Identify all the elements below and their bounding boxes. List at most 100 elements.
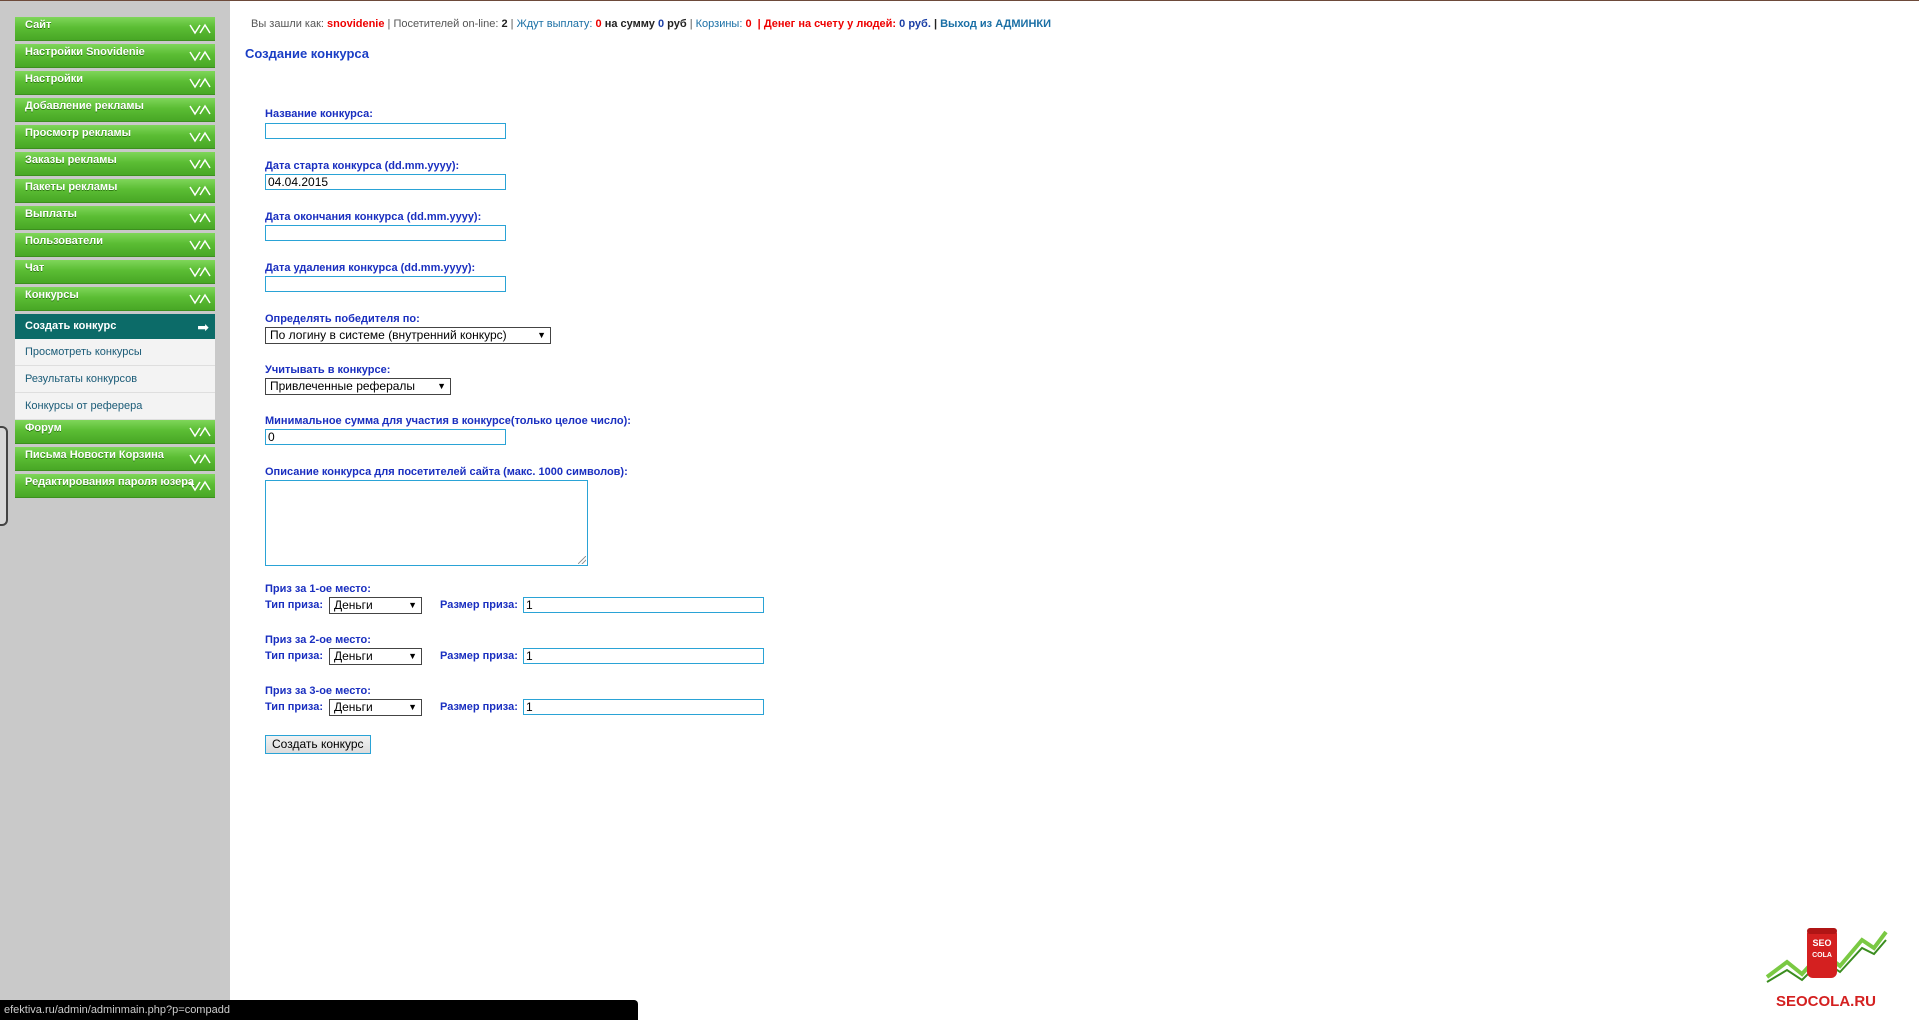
separator: | bbox=[510, 18, 514, 30]
chevron-toggle-icon bbox=[189, 239, 211, 251]
sidebar-menu-item[interactable]: Выплаты bbox=[15, 206, 215, 230]
contest-name-label: Название конкурса: bbox=[265, 108, 373, 120]
prize-title: Приз за 3-ое место: bbox=[265, 685, 371, 697]
sidebar-menu-item[interactable]: Пакеты рекламы bbox=[15, 179, 215, 203]
start-date-label: Дата старта конкурса (dd.mm.yyyy): bbox=[265, 160, 460, 172]
sidebar-menu-item[interactable]: Письма Новости Корзина bbox=[15, 447, 215, 471]
sidebar-menu-item[interactable]: Конкурсы bbox=[15, 287, 215, 311]
money-label: Денег на счету у людей: bbox=[763, 18, 897, 30]
sidebar-menu-item[interactable]: Просмотр рекламы bbox=[15, 125, 215, 149]
sidebar-menu-item[interactable]: Чат bbox=[15, 260, 215, 284]
sidebar-subitem-label: Создать конкурс bbox=[25, 320, 117, 332]
chevron-toggle-icon bbox=[189, 50, 211, 62]
prize-type-select[interactable]: Деньги ▼ bbox=[329, 699, 422, 716]
chevron-toggle-icon bbox=[189, 185, 211, 197]
prize-size-label: Размер приза: bbox=[440, 599, 518, 611]
sidebar-menu-label: Конкурсы bbox=[25, 289, 79, 301]
sidebar-menu-item[interactable]: Форум bbox=[15, 420, 215, 444]
chevron-toggle-icon bbox=[189, 453, 211, 465]
sidebar-menu-label: Сайт bbox=[25, 19, 52, 31]
create-contest-button[interactable]: Создать конкурс bbox=[265, 735, 371, 754]
contest-name-input[interactable] bbox=[265, 123, 506, 139]
sidebar-subitem[interactable]: Просмотреть конкурсы bbox=[15, 339, 215, 366]
prize-type-select[interactable]: Деньги ▼ bbox=[329, 648, 422, 665]
sidebar-menu-label: Пользователи bbox=[25, 235, 104, 247]
money-currency: руб. bbox=[908, 18, 931, 30]
prize-size-input[interactable]: 1 bbox=[523, 699, 764, 715]
carts-count: 0 bbox=[745, 18, 752, 30]
exit-admin-link[interactable]: Выход из АДМИНКИ bbox=[940, 18, 1051, 30]
logged-as-label: Вы зашли как: bbox=[251, 18, 324, 30]
sidebar-menu-item[interactable]: Настройки bbox=[15, 71, 215, 95]
username: snovidenie bbox=[327, 18, 385, 30]
prize-title: Приз за 1-ое место: bbox=[265, 583, 371, 595]
start-date-input[interactable]: 04.04.2015 bbox=[265, 174, 506, 190]
sidebar-menu-item[interactable]: Пользователи bbox=[15, 233, 215, 257]
sidebar-menu-item[interactable]: Добавление рекламы bbox=[15, 98, 215, 122]
await-payout-link[interactable]: Ждут выплату: bbox=[517, 18, 593, 30]
sidebar-menu-label: Чат bbox=[25, 262, 45, 274]
sidebar-subitem[interactable]: Конкурсы от реферера bbox=[15, 393, 215, 420]
winner-criteria-label: Определять победителя по: bbox=[265, 313, 420, 325]
currency: руб bbox=[667, 18, 687, 30]
sidebar-menu-label: Заказы рекламы bbox=[25, 154, 117, 166]
dropdown-arrow-icon: ▼ bbox=[537, 330, 546, 340]
sidebar-menu-label: Настройки Snovidenie bbox=[25, 46, 145, 58]
carts-link[interactable]: Корзины: bbox=[696, 18, 743, 30]
sidebar-menu-item[interactable]: Сайт bbox=[15, 17, 215, 41]
prize-size-input[interactable]: 1 bbox=[523, 597, 764, 613]
logo-can-text-1: SEO bbox=[1812, 938, 1831, 948]
winner-criteria-select[interactable]: По логину в системе (внутренний конкурс)… bbox=[265, 327, 551, 344]
sidebar-subitem-active[interactable]: Создать конкурс ➡ bbox=[15, 314, 215, 339]
logo-can-text-2: COLA bbox=[1812, 952, 1832, 959]
description-label: Описание конкурса для посетителей сайта … bbox=[265, 466, 628, 478]
separator: | bbox=[933, 18, 938, 30]
side-drawer-handle[interactable] bbox=[0, 426, 8, 526]
browser-status-bar: efektiva.ru/admin/adminmain.php?p=compad… bbox=[0, 1000, 638, 1020]
chevron-toggle-icon bbox=[189, 266, 211, 278]
dropdown-arrow-icon: ▼ bbox=[408, 651, 417, 661]
sidebar-menu-label: Выплаты bbox=[25, 208, 77, 220]
chevron-toggle-icon bbox=[189, 212, 211, 224]
sidebar-menu-item[interactable]: Редактирования пароля юзера bbox=[15, 474, 215, 498]
prize-size-input[interactable]: 1 bbox=[523, 648, 764, 664]
sidebar-menu-label: Письма Новости Корзина bbox=[25, 449, 164, 461]
prize-size-label: Размер приза: bbox=[440, 650, 518, 662]
delete-date-input[interactable] bbox=[265, 276, 506, 292]
prize-type-value: Деньги bbox=[334, 598, 373, 612]
dropdown-arrow-icon: ▼ bbox=[408, 600, 417, 610]
sidebar: Сайт Настройки Snovidenie Настройки Добавле… bbox=[0, 1, 230, 1020]
count-in-contest-label: Учитывать в конкурсе: bbox=[265, 364, 391, 376]
sidebar-menu-item[interactable]: Настройки Snovidenie bbox=[15, 44, 215, 68]
chevron-toggle-icon bbox=[189, 131, 211, 143]
separator: | bbox=[754, 18, 761, 30]
sum-label: на сумму bbox=[604, 18, 655, 30]
online-label: Посетителей on-line: bbox=[393, 18, 499, 30]
prize-type-label: Тип приза: bbox=[265, 599, 323, 611]
description-textarea[interactable] bbox=[265, 480, 588, 566]
sidebar-subitem[interactable]: Результаты конкурсов bbox=[15, 366, 215, 393]
arrow-right-icon: ➡ bbox=[197, 319, 209, 335]
min-sum-label: Минимальное сумма для участия в конкурсе… bbox=[265, 415, 631, 427]
prize-type-value: Деньги bbox=[334, 649, 373, 663]
page-title: Создание конкурса bbox=[245, 46, 370, 61]
count-in-contest-select[interactable]: Привлеченные рефералы ▼ bbox=[265, 378, 451, 395]
sidebar-menu-label: Форум bbox=[25, 422, 62, 434]
min-sum-input[interactable]: 0 bbox=[265, 429, 506, 445]
await-count: 0 bbox=[595, 18, 602, 30]
sidebar-subitem-label: Результаты конкурсов bbox=[25, 373, 138, 385]
delete-date-label: Дата удаления конкурса (dd.mm.yyyy): bbox=[265, 262, 476, 274]
sidebar-menu-label: Просмотр рекламы bbox=[25, 127, 132, 139]
count-in-contest-value: Привлеченные рефералы bbox=[270, 379, 416, 393]
prize-type-select[interactable]: Деньги ▼ bbox=[329, 597, 422, 614]
chevron-toggle-icon bbox=[189, 23, 211, 35]
resize-grip-icon[interactable] bbox=[578, 556, 586, 564]
sidebar-menu-item[interactable]: Заказы рекламы bbox=[15, 152, 215, 176]
sidebar-menu-label: Добавление рекламы bbox=[25, 100, 144, 112]
end-date-input[interactable] bbox=[265, 225, 506, 241]
chevron-toggle-icon bbox=[189, 77, 211, 89]
dropdown-arrow-icon: ▼ bbox=[408, 702, 417, 712]
chevron-toggle-icon bbox=[189, 426, 211, 438]
end-date-label: Дата окончания конкурса (dd.mm.yyyy): bbox=[265, 211, 482, 223]
prize-size-label: Размер приза: bbox=[440, 701, 518, 713]
